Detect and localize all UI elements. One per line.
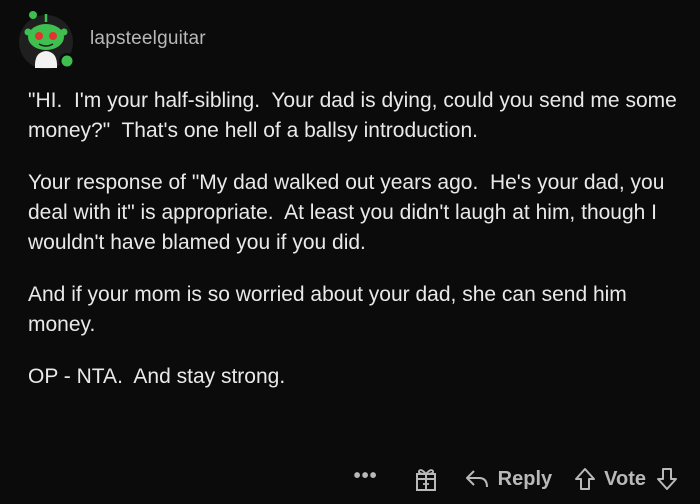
comment-card: lapsteelguitar "HI. I'm your half-siblin… <box>0 0 700 504</box>
vote-label: Vote <box>604 467 646 490</box>
reply-label: Reply <box>497 467 553 490</box>
upvote-arrow-icon[interactable] <box>574 467 596 491</box>
comment-paragraph: "HI. I'm your half-sibling. Your dad is … <box>28 89 683 142</box>
comment-paragraph: OP - NTA. And stay strong. <box>28 365 286 388</box>
avatar[interactable] <box>16 10 80 72</box>
vote-control: Vote <box>574 467 678 491</box>
reddit-snoo-avatar-icon <box>19 11 75 69</box>
downvote-arrow-icon[interactable] <box>656 467 678 491</box>
comment-author[interactable]: lapsteelguitar <box>90 28 206 50</box>
reply-arrow-icon <box>465 470 488 488</box>
comment-paragraph: Your response of "My dad walked out year… <box>28 171 671 254</box>
more-options-button[interactable]: ••• <box>354 465 378 488</box>
award-button[interactable] <box>414 466 438 492</box>
reply-button[interactable]: Reply <box>464 468 552 491</box>
gift-award-icon <box>415 469 436 491</box>
comment-body: "HI. I'm your half-sibling. Your dad is … <box>28 86 678 414</box>
comment-actions-bar: ••• Reply Vote <box>354 463 678 495</box>
comment-header: lapsteelguitar <box>16 10 206 72</box>
comment-paragraph: And if your mom is so worried about your… <box>28 283 633 336</box>
